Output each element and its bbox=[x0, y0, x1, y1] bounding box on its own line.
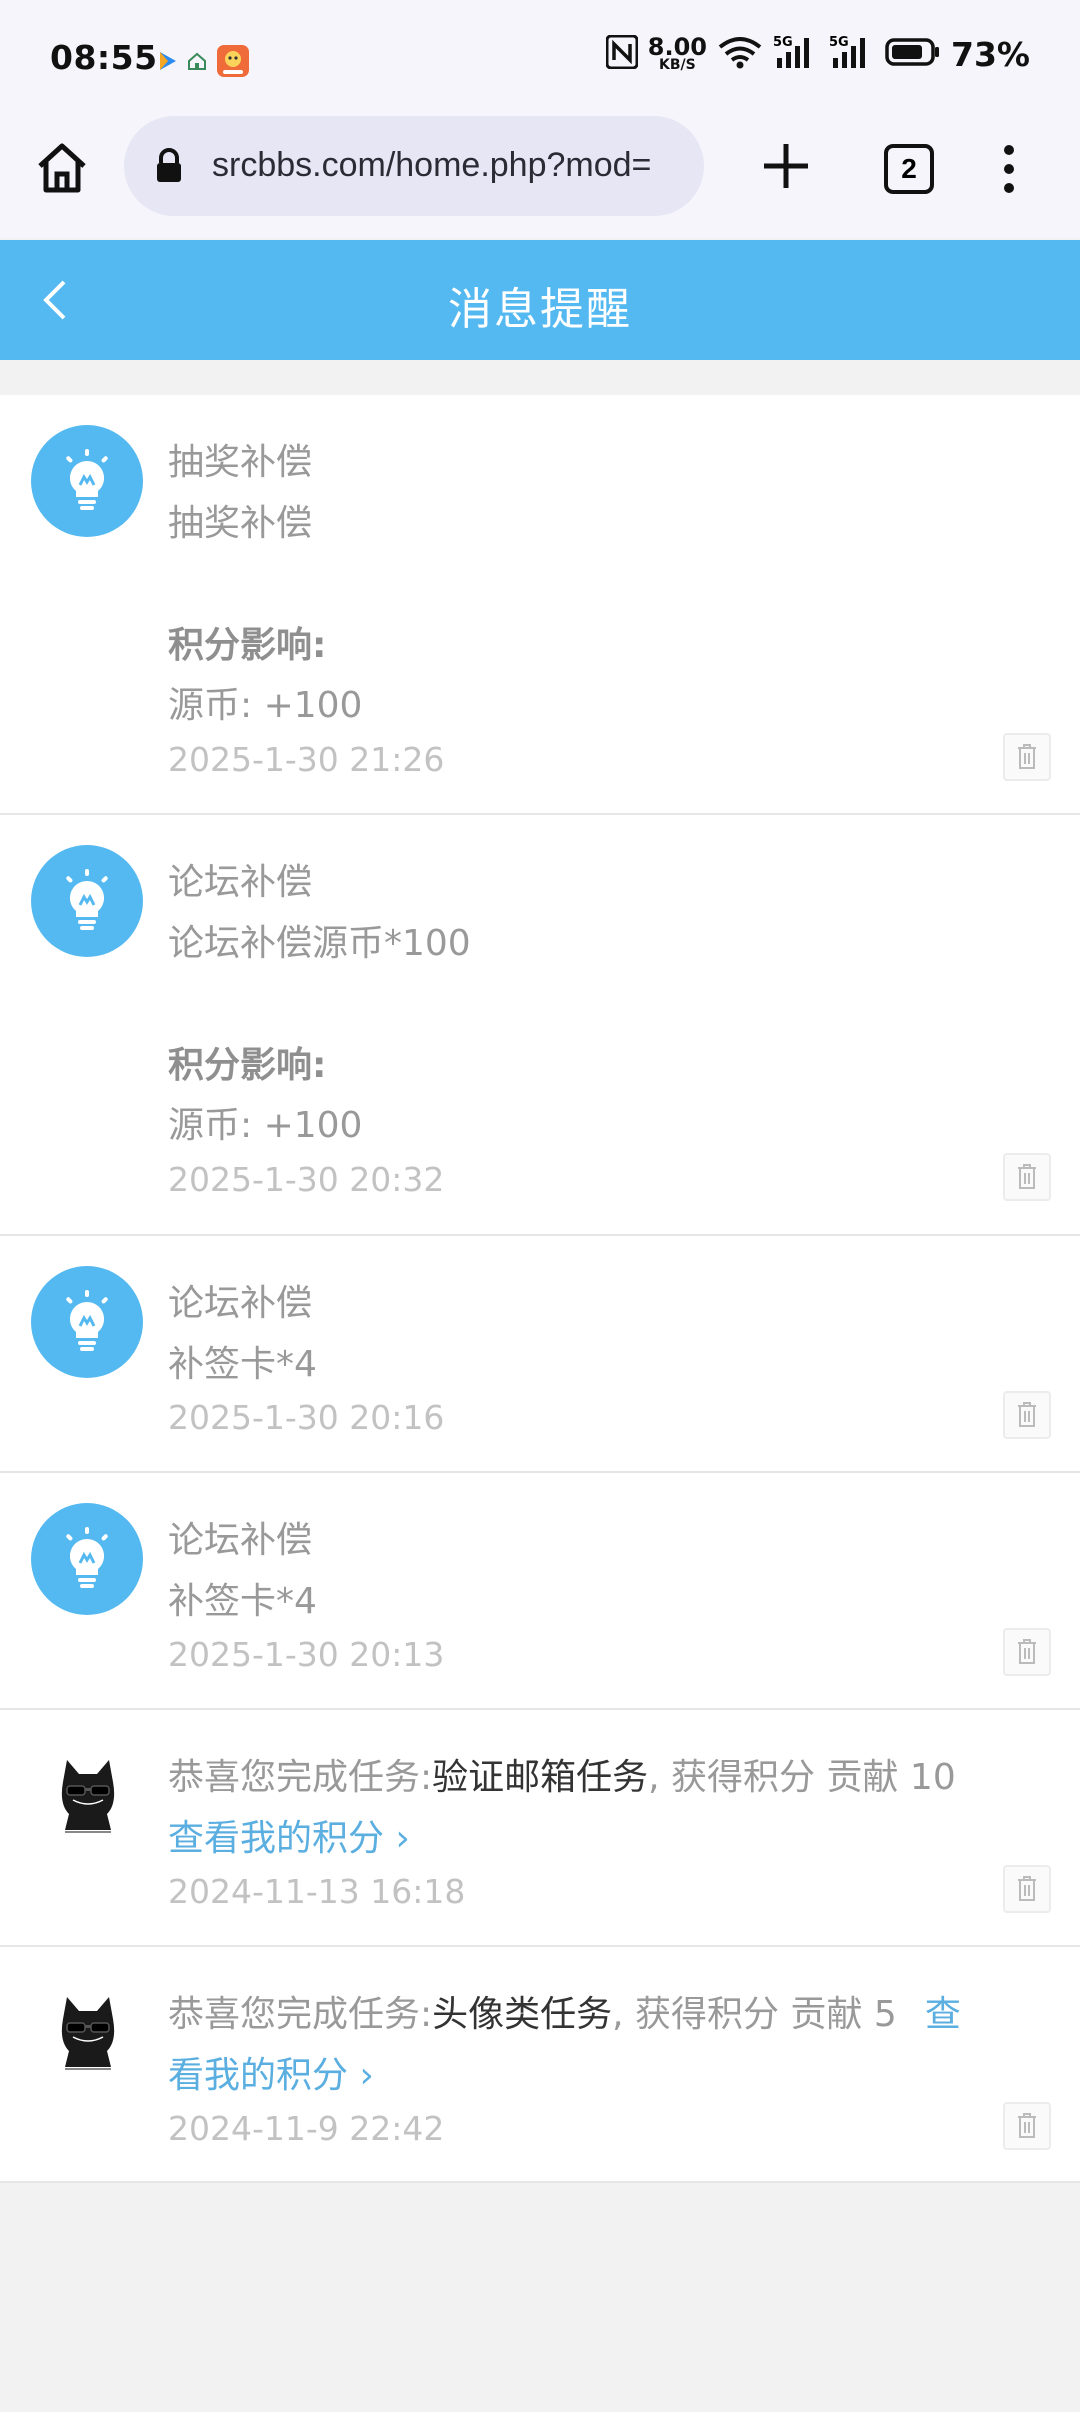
trash-icon bbox=[1018, 1402, 1036, 1427]
delete-button[interactable] bbox=[1003, 1391, 1051, 1439]
app-header: 消息提醒 bbox=[0, 240, 1080, 360]
task-prefix: 恭喜您完成任务: bbox=[168, 1757, 433, 1798]
trash-icon bbox=[1018, 1164, 1036, 1189]
signal-5g-icon: 5G bbox=[829, 34, 875, 74]
user-avatar[interactable] bbox=[45, 1989, 131, 2075]
delete-button[interactable] bbox=[1003, 2102, 1051, 2150]
home-button[interactable] bbox=[30, 136, 94, 200]
app-notification-icon bbox=[158, 50, 178, 76]
notification-title: 抽奖补偿 bbox=[168, 442, 313, 483]
system-avatar bbox=[31, 845, 143, 957]
cat-avatar bbox=[61, 1997, 115, 2070]
list-item: 论坛补偿 补签卡*4 2025-1-30 20:13 bbox=[0, 1473, 1080, 1710]
list-item: 恭喜您完成任务:头像类任务, 获得积分 贡献 5 查 看我的积分 › 2024-1… bbox=[0, 1947, 1080, 2183]
battery-percent: 73% bbox=[951, 34, 1030, 74]
net-speed-value: 8.00 bbox=[647, 33, 707, 61]
home-icon bbox=[38, 143, 86, 193]
notification-title: 论坛补偿 bbox=[168, 1283, 313, 1324]
notification-body: 抽奖补偿 bbox=[168, 503, 313, 544]
list-item: 论坛补偿 论坛补偿源币*100 积分影响: 源币: +100 2025-1-30… bbox=[0, 815, 1080, 1236]
lock-icon bbox=[154, 148, 184, 188]
user-avatar[interactable] bbox=[45, 1752, 131, 1838]
notification-body: 论坛补偿源币*100 bbox=[168, 923, 471, 964]
game-app-icon bbox=[216, 44, 250, 82]
task-message: 恭喜您完成任务:头像类任务, 获得积分 贡献 5 查 bbox=[168, 1985, 961, 2037]
notification-title: 论坛补偿 bbox=[168, 1520, 313, 1561]
network-speed: 8.00 KB/S bbox=[647, 33, 707, 73]
notification-time: 2025-1-30 20:32 bbox=[168, 1160, 445, 1199]
impact-value: 源币: +100 bbox=[168, 685, 363, 726]
tab-switcher-button[interactable]: 2 bbox=[884, 144, 934, 194]
wifi-icon bbox=[717, 35, 763, 73]
net-speed-unit: KB/S bbox=[659, 57, 696, 73]
list-item: 抽奖补偿 抽奖补偿 积分影响: 源币: +100 2025-1-30 21:26 bbox=[0, 395, 1080, 815]
delete-button[interactable] bbox=[1003, 733, 1051, 781]
lightbulb-icon bbox=[66, 1290, 108, 1351]
svg-text:5G: 5G bbox=[829, 35, 849, 50]
url-text: srcbbs.com/home.php?mod= bbox=[212, 146, 652, 184]
more-vertical-icon bbox=[1004, 145, 1014, 193]
notification-time: 2024-11-13 16:18 bbox=[168, 1872, 466, 1911]
task-reward: , 获得积分 贡献 5 bbox=[612, 1994, 897, 2035]
delete-button[interactable] bbox=[1003, 1628, 1051, 1676]
status-right: 8.00 KB/S 5G 5G 73% bbox=[605, 33, 1030, 74]
task-message: 恭喜您完成任务:验证邮箱任务, 获得积分 贡献 10 bbox=[168, 1748, 956, 1800]
status-bar: 08:55 8.00 KB/S 5G 5G 73% bbox=[0, 0, 1080, 112]
svg-text:5G: 5G bbox=[773, 35, 793, 50]
view-points-link[interactable]: 看我的积分 › bbox=[168, 2046, 374, 2098]
battery-icon bbox=[885, 37, 941, 71]
browser-toolbar: srcbbs.com/home.php?mod= 2 bbox=[0, 112, 1080, 238]
trash-icon bbox=[1018, 1876, 1036, 1901]
impact-label: 积分影响: bbox=[168, 625, 327, 666]
nfc-icon bbox=[605, 34, 639, 73]
lightbulb-icon bbox=[66, 1527, 108, 1588]
list-item: 恭喜您完成任务:验证邮箱任务, 获得积分 贡献 10 查看我的积分 › 2024… bbox=[0, 1710, 1080, 1947]
trash-icon bbox=[1018, 744, 1036, 769]
notification-body: 补签卡*4 bbox=[168, 1581, 317, 1622]
task-reward: , 获得积分 贡献 10 bbox=[648, 1757, 956, 1798]
page-title: 消息提醒 bbox=[448, 284, 632, 335]
notification-body: 补签卡*4 bbox=[168, 1344, 317, 1385]
task-name: 验证邮箱任务 bbox=[432, 1757, 649, 1798]
task-name: 头像类任务 bbox=[432, 1994, 613, 2035]
view-points-link[interactable]: 查 bbox=[925, 1994, 961, 2035]
home-app-icon bbox=[186, 50, 208, 76]
task-prefix: 恭喜您完成任务: bbox=[168, 1994, 433, 2035]
lightbulb-icon bbox=[66, 449, 108, 510]
trash-icon bbox=[1018, 2113, 1036, 2138]
impact-label: 积分影响: bbox=[168, 1045, 327, 1086]
cat-avatar bbox=[61, 1760, 115, 1833]
notification-time: 2025-1-30 20:13 bbox=[168, 1635, 445, 1674]
delete-button[interactable] bbox=[1003, 1865, 1051, 1913]
new-tab-button[interactable] bbox=[756, 136, 816, 196]
system-avatar bbox=[31, 425, 143, 537]
plus-icon bbox=[764, 144, 808, 188]
notification-list: 抽奖补偿 抽奖补偿 积分影响: 源币: +100 2025-1-30 21:26… bbox=[0, 395, 1080, 2183]
notification-time: 2024-11-9 22:42 bbox=[168, 2109, 445, 2148]
lightbulb-icon bbox=[66, 869, 108, 930]
trash-icon bbox=[1018, 1639, 1036, 1664]
impact-value: 源币: +100 bbox=[168, 1105, 363, 1146]
system-avatar bbox=[31, 1266, 143, 1378]
url-bar[interactable]: srcbbs.com/home.php?mod= bbox=[124, 116, 704, 216]
browser-menu-button[interactable] bbox=[994, 142, 1024, 196]
list-item: 论坛补偿 补签卡*4 2025-1-30 20:16 bbox=[0, 1236, 1080, 1473]
view-points-link[interactable]: 查看我的积分 › bbox=[168, 1809, 410, 1861]
notification-time: 2025-1-30 20:16 bbox=[168, 1398, 445, 1437]
signal-5g-icon: 5G bbox=[773, 34, 819, 74]
notification-icons bbox=[158, 44, 250, 82]
system-avatar bbox=[31, 1503, 143, 1615]
notification-title: 论坛补偿 bbox=[168, 862, 313, 903]
delete-button[interactable] bbox=[1003, 1153, 1051, 1201]
notification-time: 2025-1-30 21:26 bbox=[168, 740, 445, 779]
status-time: 08:55 bbox=[50, 38, 158, 77]
